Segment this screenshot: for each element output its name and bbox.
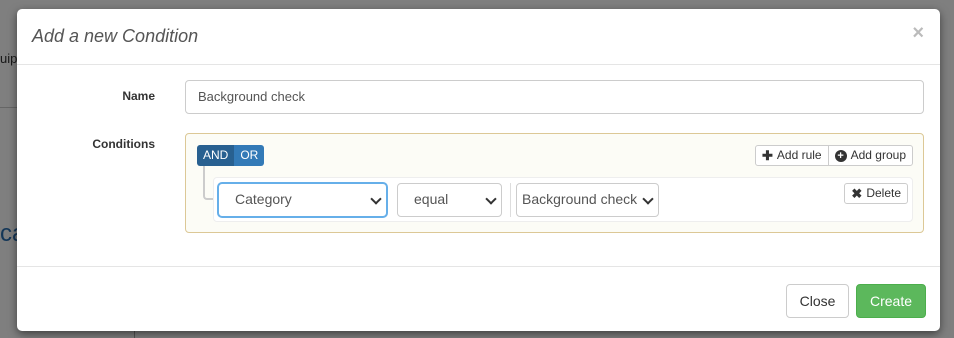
group-actions: ✚ Add rule + Add group [755, 145, 913, 166]
query-builder-group: AND OR ✚ Add rule + Add group Category e… [185, 133, 924, 233]
dialog-footer: Close Create [17, 266, 940, 331]
chevron-down-icon [642, 193, 654, 205]
add-rule-button[interactable]: ✚ Add rule [755, 145, 829, 166]
add-condition-dialog: Add a new Condition × Name Background ch… [17, 9, 940, 331]
field-select[interactable]: Category [218, 183, 387, 217]
delete-rule-button[interactable]: ✖ Delete [844, 183, 908, 204]
chevron-down-icon [485, 193, 497, 205]
chevron-down-icon [370, 193, 382, 205]
or-button[interactable]: OR [234, 145, 265, 166]
and-button[interactable]: AND [197, 145, 235, 166]
close-button[interactable]: Close [786, 284, 849, 318]
name-field[interactable]: Background check [185, 80, 924, 114]
condition-toggle: AND OR [197, 145, 265, 166]
plus-icon: ✚ [762, 148, 773, 163]
rule-separator [510, 183, 511, 217]
name-label: Name [122, 89, 155, 103]
dialog-title: Add a new Condition [32, 26, 199, 46]
dialog-header: Add a new Condition × [17, 9, 940, 65]
operator-select[interactable]: equal [397, 183, 502, 217]
value-select[interactable]: Background check [516, 183, 659, 217]
close-icon[interactable]: × [912, 22, 924, 45]
field-select-value: Category [235, 191, 292, 207]
create-button[interactable]: Create [856, 284, 926, 318]
delete-label: Delete [866, 186, 901, 200]
add-group-label: Add group [850, 148, 906, 162]
x-icon: ✖ [851, 186, 863, 201]
value-select-value: Background check [522, 191, 638, 207]
add-rule-label: Add rule [776, 148, 822, 162]
operator-select-value: equal [414, 191, 449, 207]
conditions-label: Conditions [92, 137, 155, 151]
add-group-button[interactable]: + Add group [827, 145, 913, 166]
rule-row: Category equal Background check ✖ Delete [213, 177, 913, 222]
plus-circle-icon: + [834, 149, 847, 162]
